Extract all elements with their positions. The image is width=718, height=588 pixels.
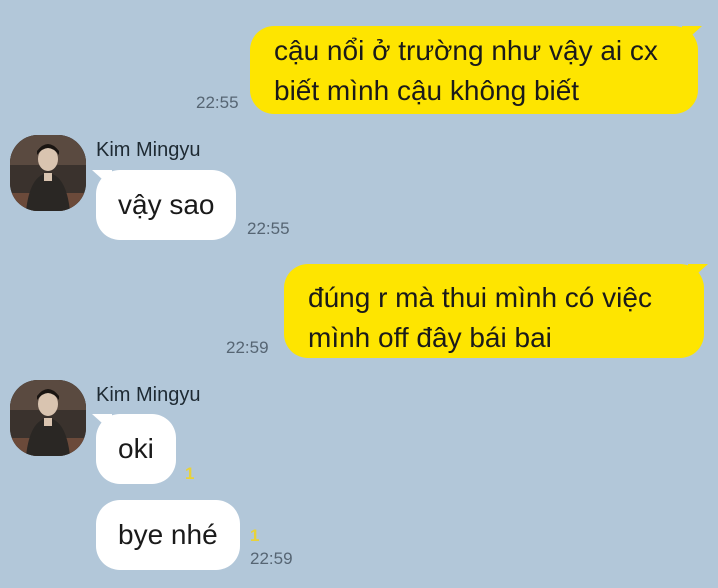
incoming-message-bubble[interactable]: oki <box>96 414 176 484</box>
sender-name: Kim Mingyu <box>96 139 201 161</box>
avatar[interactable] <box>10 135 86 211</box>
message-line: mình off đây bái bai <box>308 322 552 353</box>
message-timestamp: 22:55 <box>196 93 239 112</box>
message-line: biết mình cậu không biết <box>274 75 580 106</box>
message-line: cậu nổi ở trường như vậy ai cx <box>274 35 658 66</box>
profile-photo-icon <box>10 380 86 456</box>
unread-count: 1 <box>250 526 260 545</box>
avatar[interactable] <box>10 380 86 456</box>
incoming-message-bubble[interactable]: bye nhé <box>96 500 240 570</box>
message-timestamp: 22:59 <box>250 549 293 568</box>
profile-photo-icon <box>10 135 86 211</box>
message-text: bye nhé <box>118 519 218 550</box>
message-text: oki <box>118 433 154 464</box>
unread-count: 1 <box>185 464 195 483</box>
incoming-message-bubble[interactable]: vậy sao <box>96 170 236 240</box>
outgoing-message-bubble[interactable]: đúng r mà thui mình có việc mình off đây… <box>284 264 704 358</box>
message-timestamp: 22:59 <box>226 338 269 357</box>
message-line: đúng r mà thui mình có việc <box>308 282 652 313</box>
message-timestamp: 22:55 <box>247 219 290 238</box>
outgoing-message-bubble[interactable]: cậu nổi ở trường như vậy ai cx biết mình… <box>250 26 698 114</box>
message-text: vậy sao <box>118 189 215 220</box>
sender-name: Kim Mingyu <box>96 384 201 406</box>
